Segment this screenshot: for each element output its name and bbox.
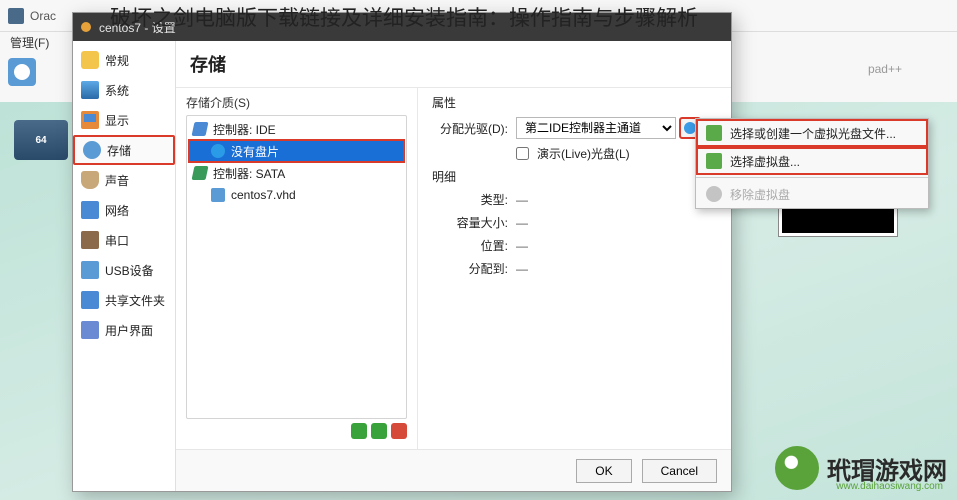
size-label: 容量大小: [432, 214, 516, 231]
vm-list-item[interactable]: 64 [14, 120, 68, 160]
sidebar-item-label: 共享文件夹 [105, 292, 165, 309]
sidebar-item-label: 串口 [105, 232, 129, 249]
parent-title: Orac [30, 9, 56, 23]
location-value: — [516, 239, 717, 253]
remove-disc-icon [706, 186, 722, 202]
window-control-icon[interactable] [81, 22, 91, 32]
sidebar-item-ui[interactable]: 用户界面 [73, 315, 175, 345]
storage-panel: 存储介质(S) 控制器: IDE 没有盘片 控制器: SATA centos7.… [176, 87, 731, 449]
storage-properties-panel: 属性 分配光驱(D): 第二IDE控制器主通道 [418, 88, 731, 449]
watermark-logo-icon [775, 446, 819, 490]
sidebar-item-label: 显示 [105, 112, 129, 129]
sidebar-item-label: 用户界面 [105, 322, 153, 339]
sidebar-item-network[interactable]: 网络 [73, 195, 175, 225]
storage-tree[interactable]: 控制器: IDE 没有盘片 控制器: SATA centos7.vhd [186, 115, 407, 419]
live-cd-label: 演示(Live)光盘(L) [537, 145, 630, 162]
serial-icon [81, 231, 99, 249]
usb-icon [81, 261, 99, 279]
menu-select-virtual-disc[interactable]: 选择虚拟盘... [696, 147, 928, 175]
sidebar-item-serial[interactable]: 串口 [73, 225, 175, 255]
menu-remove-virtual-disc: 移除虚拟盘 [696, 180, 928, 208]
add-controller-button[interactable] [351, 423, 367, 439]
storage-icon [83, 141, 101, 159]
add-attachment-button[interactable] [371, 423, 387, 439]
storage-media-label: 存储介质(S) [186, 94, 407, 111]
menu-item-label: 选择或创建一个虚拟光盘文件... [730, 125, 896, 142]
attributes-heading: 属性 [432, 94, 717, 111]
sidebar-item-label: 网络 [105, 202, 129, 219]
menu-create-virtual-disc[interactable]: 选择或创建一个虚拟光盘文件... [696, 119, 928, 147]
size-value: — [516, 216, 717, 230]
menu-manage[interactable]: 管理(F) [10, 36, 49, 50]
sidebar-item-label: 常规 [105, 52, 129, 69]
settings-body: 常规 系统 显示 存储 声音 网络 串口 USB设备 共享文件夹 用户界面 存储… [73, 41, 731, 491]
storage-tree-panel: 存储介质(S) 控制器: IDE 没有盘片 控制器: SATA centos7.… [176, 88, 418, 449]
sidebar-item-display[interactable]: 显示 [73, 105, 175, 135]
vm-arch-badge: 64 [35, 135, 46, 146]
shared-folder-icon [81, 291, 99, 309]
remove-attachment-button[interactable] [391, 423, 407, 439]
sidebar-item-audio[interactable]: 声音 [73, 165, 175, 195]
tree-row-label: 没有盘片 [231, 143, 279, 160]
article-overlay-title: 破坏之剑电脑版下载链接及详细安装指南：操作指南与步骤解析 [110, 2, 698, 32]
watermark-url: www.daihaosiwang.com [836, 481, 943, 492]
menu-item-label: 移除虚拟盘 [730, 186, 790, 203]
network-icon [81, 201, 99, 219]
optical-drive-row: 分配光驱(D): 第二IDE控制器主通道 [432, 117, 717, 139]
sidebar-item-label: 声音 [105, 172, 129, 189]
hard-disk-icon [211, 188, 225, 202]
sidebar-item-storage[interactable]: 存储 [73, 135, 175, 165]
sidebar-item-label: USB设备 [105, 262, 154, 279]
audio-icon [81, 171, 99, 189]
allocated-value: — [516, 262, 717, 276]
watermark: 玳瑁游戏网 www.daihaosiwang.com [775, 446, 947, 490]
details-heading: 明细 [432, 168, 717, 185]
page-title: 存储 [176, 41, 731, 87]
optical-disc-icon [211, 144, 225, 158]
virtualbox-logo-icon [8, 8, 24, 24]
select-disc-icon [706, 153, 722, 169]
sata-controller-icon [192, 166, 209, 180]
allocated-label: 分配到: [432, 260, 516, 277]
tree-row-label: centos7.vhd [231, 188, 296, 202]
ui-icon [81, 321, 99, 339]
menu-item-label: 选择虚拟盘... [730, 153, 800, 170]
settings-gear-icon[interactable] [8, 58, 36, 86]
settings-main: 存储 存储介质(S) 控制器: IDE 没有盘片 控制器: SATA cento… [176, 41, 731, 491]
ok-button[interactable]: OK [576, 459, 631, 483]
cancel-button[interactable]: Cancel [642, 459, 717, 483]
sidebar-item-label: 系统 [105, 82, 129, 99]
tree-controller-sata[interactable]: 控制器: SATA [189, 162, 404, 184]
background-app-label: pad++ [868, 62, 902, 76]
ide-controller-icon [192, 122, 209, 136]
tree-empty-disc[interactable]: 没有盘片 [189, 140, 404, 162]
live-cd-checkbox[interactable] [516, 147, 529, 160]
disc-chooser-menu: 选择或创建一个虚拟光盘文件... 选择虚拟盘... 移除虚拟盘 [695, 118, 929, 209]
tree-vhd-file[interactable]: centos7.vhd [189, 184, 404, 206]
sidebar-item-usb[interactable]: USB设备 [73, 255, 175, 285]
system-icon [81, 81, 99, 99]
location-label: 位置: [432, 237, 516, 254]
settings-sidebar: 常规 系统 显示 存储 声音 网络 串口 USB设备 共享文件夹 用户界面 [73, 41, 176, 491]
type-value: — [516, 193, 717, 207]
tree-row-label: 控制器: SATA [213, 165, 285, 182]
vm-settings-dialog: centos7 - 设置 常规 系统 显示 存储 声音 网络 串口 USB设备 … [72, 12, 732, 492]
menu-separator [696, 177, 928, 178]
alloc-drive-label: 分配光驱(D): [432, 120, 516, 137]
tree-row-label: 控制器: IDE [213, 121, 276, 138]
optical-drive-select[interactable]: 第二IDE控制器主通道 [516, 117, 676, 139]
display-icon [81, 111, 99, 129]
type-label: 类型: [432, 191, 516, 208]
settings-footer: OK Cancel [176, 449, 731, 491]
general-icon [81, 51, 99, 69]
storage-tree-toolbar [186, 419, 407, 443]
tree-controller-ide[interactable]: 控制器: IDE [189, 118, 404, 140]
sidebar-item-general[interactable]: 常规 [73, 45, 175, 75]
create-disc-icon [706, 125, 722, 141]
sidebar-item-system[interactable]: 系统 [73, 75, 175, 105]
sidebar-item-shared[interactable]: 共享文件夹 [73, 285, 175, 315]
sidebar-item-label: 存储 [107, 142, 131, 159]
live-cd-row: 演示(Live)光盘(L) [432, 145, 717, 162]
